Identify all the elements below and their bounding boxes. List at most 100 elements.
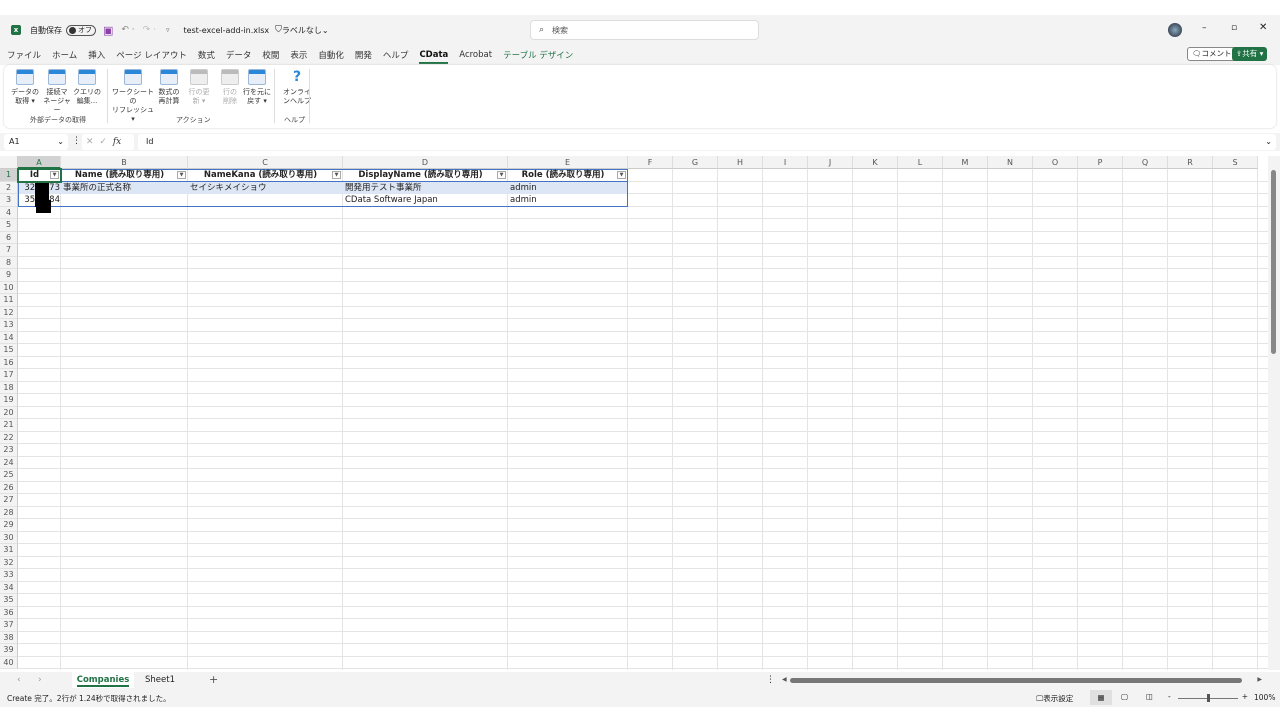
horizontal-scrollbar[interactable]: ◀ ▶ [782,676,1262,684]
row-header[interactable]: 4 [0,206,18,219]
ribbon-button-3[interactable]: ワークシートの リフレッシュ ▾ [112,69,154,124]
redo-icon[interactable]: ↷ · [143,25,156,35]
row-header[interactable]: 36 [0,606,18,619]
table-cell-role[interactable]: admin [508,194,628,207]
column-header-P[interactable]: P [1078,156,1123,169]
row-header[interactable]: 14 [0,331,18,344]
table-header-cell[interactable]: Role (読み取り専用) ▼ [508,169,628,182]
table-cell-kana[interactable]: セイシキメイショウ [188,182,343,195]
column-header-J[interactable]: J [808,156,853,169]
tab-13[interactable]: テーブル デザイン [503,49,573,61]
row-header[interactable]: 23 [0,444,18,457]
zoom-level[interactable]: 100% [1254,693,1275,702]
row-header[interactable]: 10 [0,281,18,294]
column-header-O[interactable]: O [1033,156,1078,169]
table-header-cell[interactable]: Name (読み取り専用) ▼ [61,169,188,182]
tab-0[interactable]: ファイル [7,49,41,61]
row-header[interactable]: 9 [0,269,18,282]
row-header[interactable]: 39 [0,644,18,657]
row-header[interactable]: 25 [0,469,18,482]
row-header[interactable]: 18 [0,381,18,394]
share-button[interactable]: ⇪共有 ▾ [1232,47,1268,61]
add-sheet-icon[interactable]: + [209,673,218,686]
sheet-tab-companies[interactable]: Companies [72,672,134,688]
column-header-B[interactable]: B [61,156,188,169]
customize-qat-icon[interactable]: ▿ [166,26,170,34]
row-header[interactable]: 20 [0,406,18,419]
row-header[interactable]: 2 [0,181,18,194]
row-header[interactable]: 30 [0,531,18,544]
column-header-Q[interactable]: Q [1123,156,1168,169]
row-header[interactable]: 33 [0,569,18,582]
row-header[interactable]: 3 [0,194,18,207]
page-break-view-button[interactable]: ◫ [1146,692,1153,701]
normal-view-button[interactable]: ▦ [1090,690,1112,705]
tab-10[interactable]: ヘルプ [383,49,409,61]
column-header-E[interactable]: E [508,156,628,169]
row-header[interactable]: 38 [0,631,18,644]
comment-button[interactable]: 🗨コメント [1187,47,1237,61]
tab-6[interactable]: 校閲 [262,49,279,61]
filter-dropdown-icon[interactable]: ▼ [617,171,626,179]
ribbon-button-4[interactable]: 数式の 再計算 [154,69,184,106]
row-header[interactable]: 28 [0,506,18,519]
column-header-G[interactable]: G [673,156,718,169]
zoom-slider[interactable]: - + [1168,692,1248,703]
column-header-R[interactable]: R [1168,156,1213,169]
tab-4[interactable]: 数式 [198,49,215,61]
row-header[interactable]: 24 [0,456,18,469]
table-cell-display[interactable]: 開発用テスト事業所 [343,182,508,195]
tab-1[interactable]: ホーム [52,49,77,61]
next-sheet-icon[interactable]: › [38,675,42,685]
prev-sheet-icon[interactable]: ‹ [17,675,21,685]
sensitivity-label[interactable]: ラベルなし [282,25,322,36]
tab-3[interactable]: ページ レイアウト [116,49,187,61]
row-header[interactable]: 15 [0,344,18,357]
restore-button[interactable]: ▫ [1231,23,1237,33]
tab-8[interactable]: 自動化 [318,49,344,61]
ribbon-button-7[interactable]: 行を元に 戻す ▾ [242,69,272,106]
row-header[interactable]: 21 [0,419,18,432]
page-layout-view-button[interactable]: ▢ [1121,692,1128,701]
row-header[interactable]: 5 [0,219,18,232]
table-header-cell[interactable]: DisplayName (読み取り専用) ▼ [343,169,508,182]
row-header[interactable]: 29 [0,519,18,532]
cancel-icon[interactable]: ✕ [86,137,94,147]
sheet-tab-sheet1[interactable]: Sheet1 [140,672,180,688]
formula-input[interactable]: Id ⌄ [138,134,1276,150]
column-header-C[interactable]: C [188,156,343,169]
minimize-button[interactable]: – [1202,23,1207,33]
ribbon-button-5[interactable]: 行の更新 ▾ [184,69,214,106]
row-header[interactable]: 26 [0,481,18,494]
autosave-toggle[interactable]: オフ [66,24,96,36]
undo-icon[interactable]: ↶ · [121,25,134,35]
column-header-D[interactable]: D [343,156,508,169]
table-cell-name[interactable]: 事業所の正式名称 [61,182,188,195]
row-header[interactable]: 11 [0,294,18,307]
column-header-S[interactable]: S [1213,156,1258,169]
row-header[interactable]: 1 [0,169,18,182]
row-header[interactable]: 13 [0,319,18,332]
row-header[interactable]: 32 [0,556,18,569]
ribbon-button-8[interactable]: ? オンライ ンヘルプ [282,69,312,106]
save-icon[interactable]: ▣ [103,24,113,37]
row-header[interactable]: 12 [0,306,18,319]
vertical-scrollbar[interactable] [1268,156,1280,670]
sensitivity-icon[interactable]: ⛉ [275,25,282,35]
filter-dropdown-icon[interactable]: ▼ [177,171,186,179]
column-header-L[interactable]: L [898,156,943,169]
filter-dropdown-icon[interactable]: ▼ [497,171,506,179]
row-header[interactable]: 27 [0,494,18,507]
ribbon-button-2[interactable]: クエリの 編集... [72,69,102,106]
row-header[interactable]: 7 [0,244,18,257]
column-header-F[interactable]: F [628,156,673,169]
tab-11[interactable]: CData [419,50,448,64]
table-cell-kana[interactable] [188,194,343,207]
display-settings-button[interactable]: 🖵表示設定 [1036,693,1073,704]
worksheet-grid[interactable]: A B C D E F G H I J K L M N O P Q R S 1 2 3 4 5 6 7 8 9 10 11 12 13 14 15… [0,156,1268,670]
tab-12[interactable]: Acrobat [459,50,492,60]
row-header[interactable]: 6 [0,231,18,244]
select-all-corner[interactable] [0,156,18,169]
row-header[interactable]: 37 [0,619,18,632]
close-button[interactable]: ✕ [1259,22,1267,33]
